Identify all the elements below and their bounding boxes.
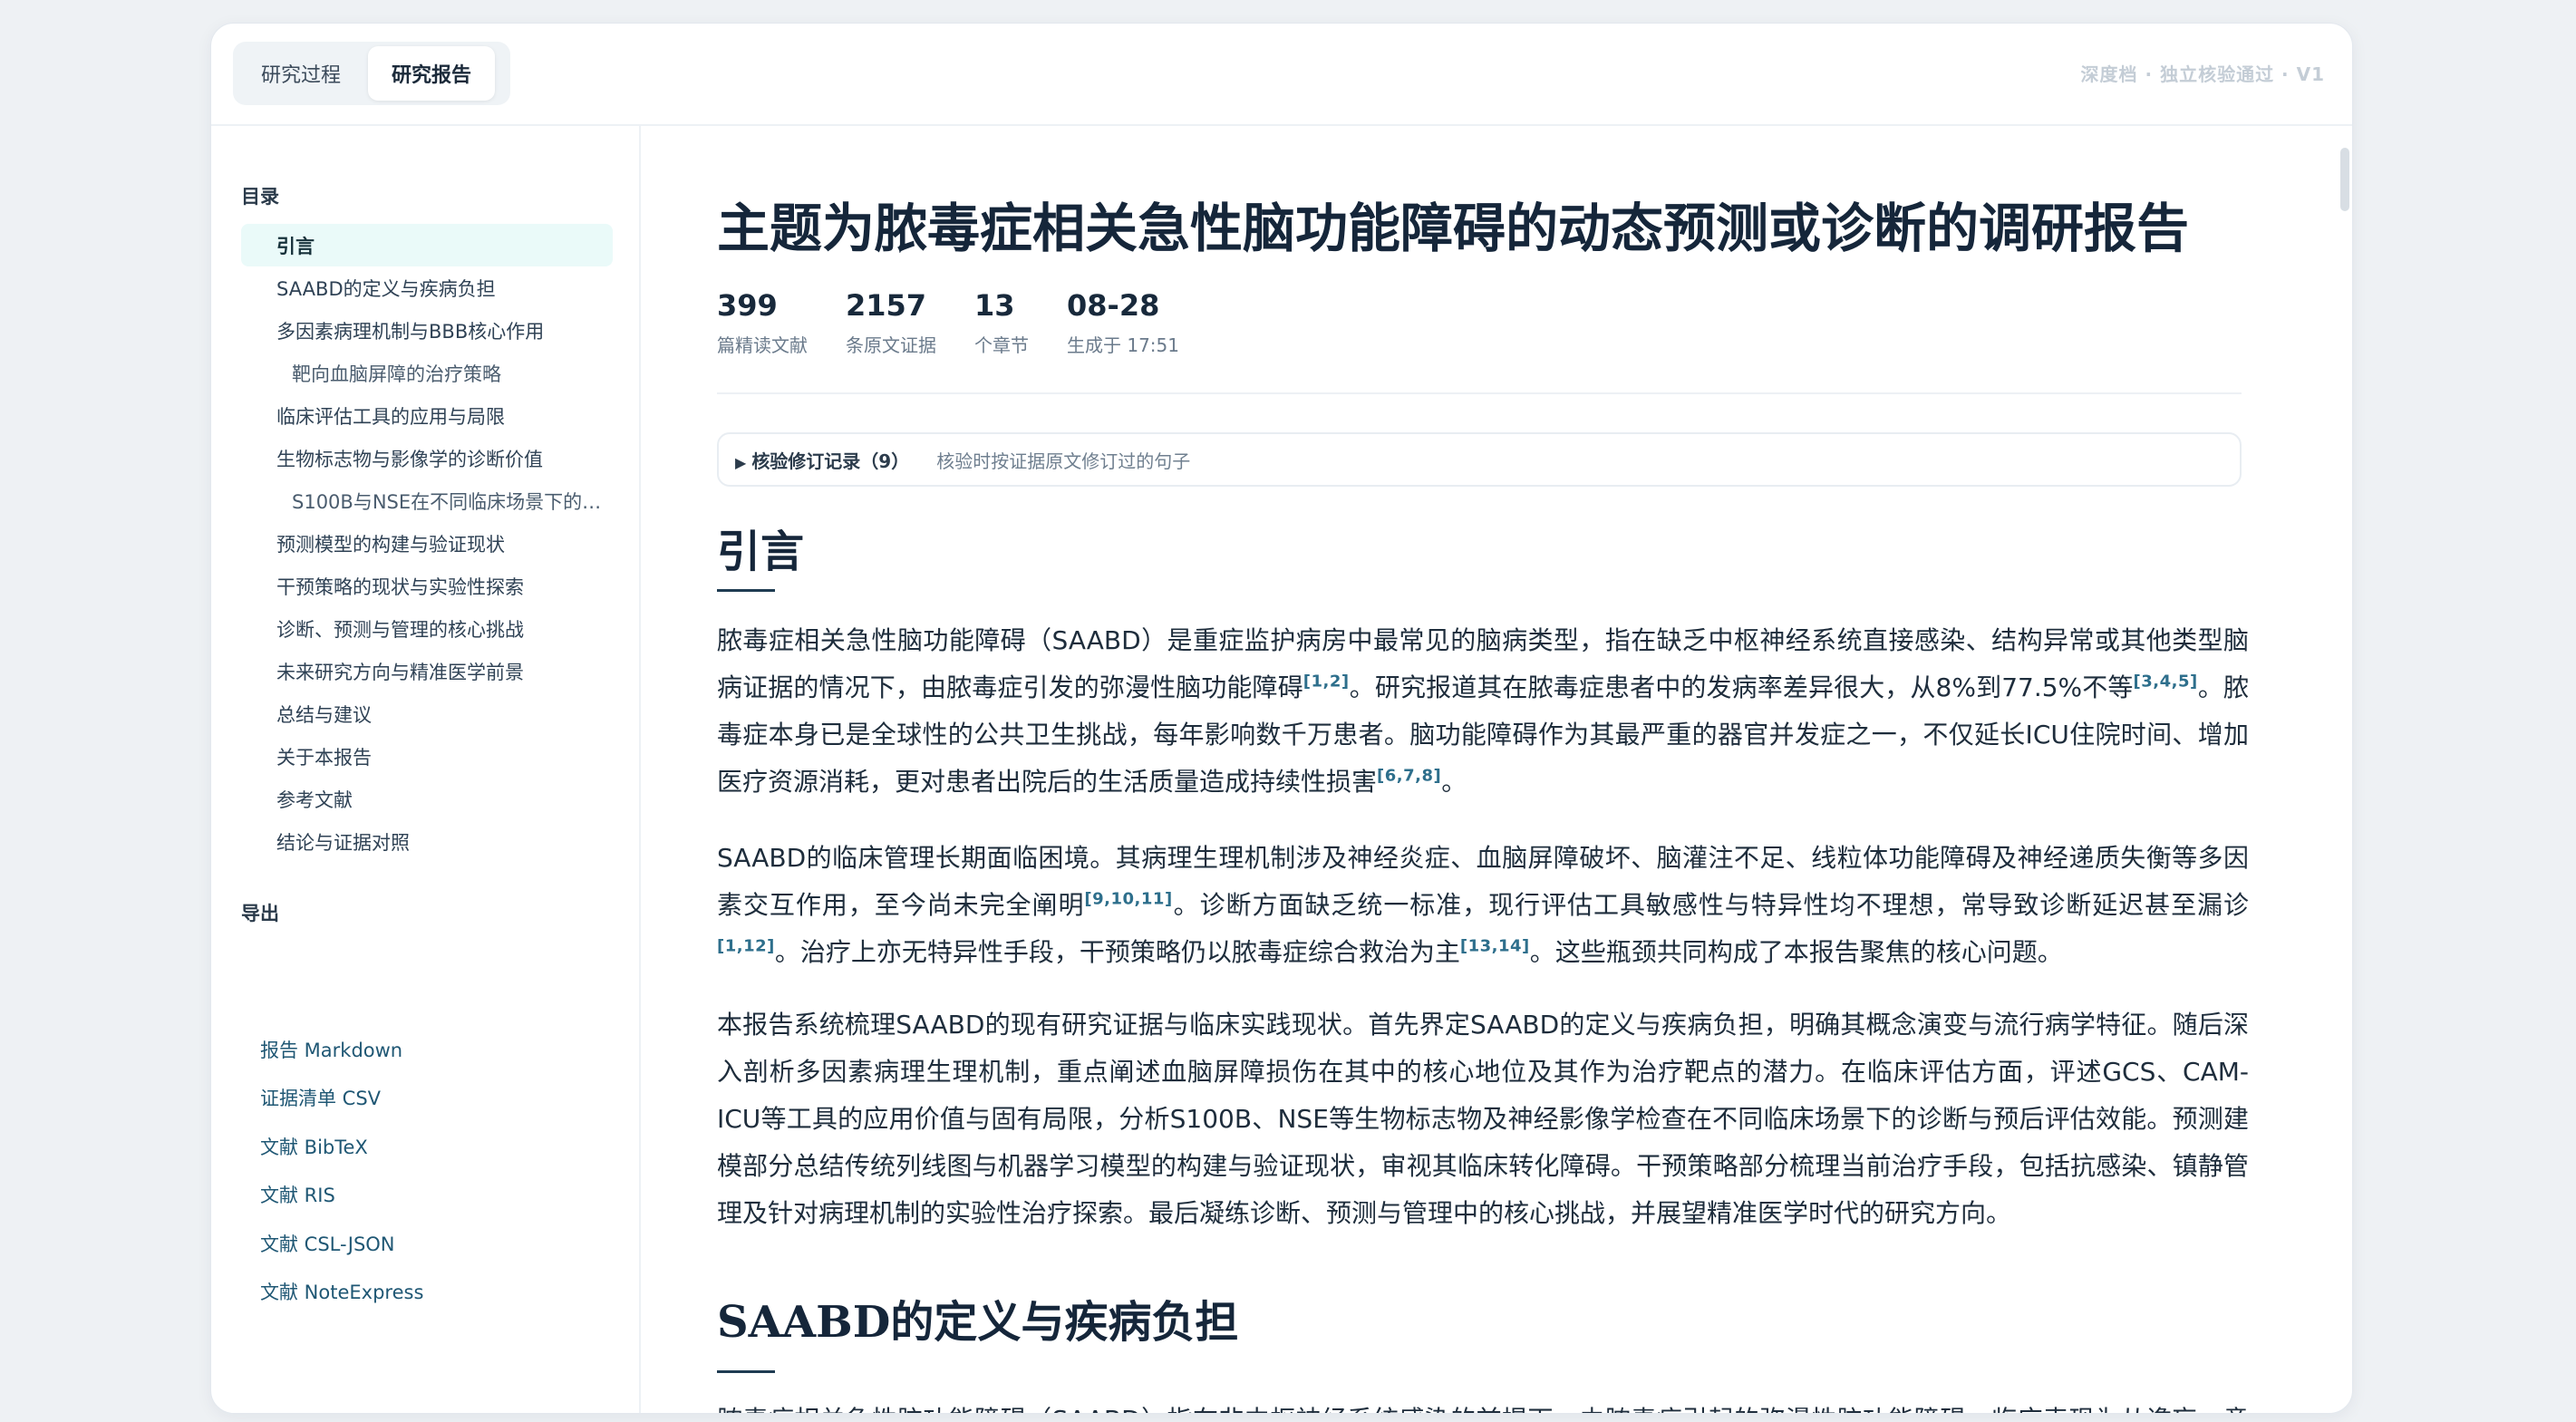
tab-research-process[interactable]: 研究过程 [237,46,364,101]
definition-paragraph-1: 脓毒症相关急性脑功能障碍（SAABD）指在非中枢神经系统感染的前提下，由脓毒症引… [717,1397,2249,1413]
paragraph-text: 。诊断方面缺乏统一标准，现行评估工具敏感性与特异性均不理想，常导致诊断延迟甚至漏… [1172,890,2249,920]
stat-label: 篇精读文献 [717,334,808,356]
toc-item[interactable]: 预测模型的构建与验证现状 [241,522,613,565]
export-link[interactable]: 证据清单 CSV [241,1074,613,1123]
revision-log[interactable]: ▶ 核验修订记录（9） 核验时按证据原文修订过的句子 [717,432,2242,487]
citation-link[interactable]: [1,2] [1303,672,1350,692]
report-stats: 399 篇精读文献 2157 条原文证据 13 个章节 08-28 生成于 17:51 [717,285,1217,357]
toc-item[interactable]: 干预策略的现状与实验性探索 [241,565,613,607]
stat-value: 08-28 [1067,288,1160,323]
paragraph-text: 本报告系统梳理SAABD的现有研究证据与临床实践现状。首先界定SAABD的定义与… [717,1010,2249,1228]
view-tabs: 研究过程 研究报告 [233,42,510,105]
stat-item: 2157 条原文证据 [846,285,936,357]
stat-value: 13 [974,288,1015,323]
revision-toggle-label: 核验修订记录（9） [751,450,910,472]
revision-toggle[interactable]: ▶ 核验修订记录（9） [735,447,909,473]
caret-right-icon: ▶ [735,453,747,471]
scrollbar[interactable] [2336,126,2352,1413]
export-list: 报告 Markdown 证据清单 CSV 文献 BibTeX 文献 RIS 文献 CSL… [241,1025,613,1316]
paragraph-text: 。这些瓶颈共同构成了本报告聚焦的核心问题。 [1529,937,2063,967]
toc-item[interactable]: 结论与证据对照 [241,820,613,863]
stat-value: 399 [717,288,778,323]
paragraph-text: 。治疗上亦无特异性手段，干预策略仍以脓毒症综合救治为主 [774,937,1460,967]
export-link[interactable]: 文献 BibTeX [241,1122,613,1171]
toc-item[interactable]: 关于本报告 [241,735,613,778]
revision-description: 核验时按证据原文修订过的句子 [936,450,1191,472]
toc-item[interactable]: 多因素病理机制与BBB核心作用 [241,309,613,352]
paragraph-text: 。研究报道其在脓毒症患者中的发病率差异很大，从8%到77.5%不等 [1349,672,2134,702]
section-rule [717,1370,775,1373]
section-heading-intro: 引言 [717,527,805,577]
citation-link[interactable]: [3,4,5] [2134,672,2198,692]
paragraph-text: 脓毒症相关急性脑功能障碍（SAABD）指在非中枢神经系统感染的前提下，由脓毒症引… [717,1405,2249,1413]
stat-value: 2157 [846,288,927,323]
citation-link[interactable]: [6,7,8] [1377,767,1441,786]
intro-paragraph-3: 本报告系统梳理SAABD的现有研究证据与临床实践现状。首先界定SAABD的定义与… [717,1001,2249,1237]
stat-item: 13 个章节 [974,285,1029,357]
toc-item[interactable]: 临床评估工具的应用与局限 [241,394,613,437]
status-badge: 深度档 · 独立核验通过 · V1 [2080,63,2325,85]
citation-link[interactable]: [1,12] [717,937,775,956]
toc-item[interactable]: 诊断、预测与管理的核心挑战 [241,607,613,650]
scrollbar-thumb[interactable] [2340,148,2349,211]
report-content: 主题为脓毒症相关急性脑功能障碍的动态预测或诊断的调研报告 399 篇精读文献 215… [717,126,2249,1413]
intro-paragraph-1: 脓毒症相关急性脑功能障碍（SAABD）是重症监护病房中最常见的脑病类型，指在缺乏… [717,617,2249,806]
page-title: 主题为脓毒症相关急性脑功能障碍的动态预测或诊断的调研报告 [717,198,2190,259]
export-link[interactable]: 文献 RIS [241,1171,613,1220]
tab-research-report[interactable]: 研究报告 [368,46,496,101]
toc-item[interactable]: S100B与NSE在不同临床场景下的… [241,479,613,522]
citation-link[interactable]: [13,14] [1460,937,1530,956]
stat-label: 生成于 17:51 [1067,334,1179,356]
top-bar: 研究过程 研究报告 深度档 · 独立核验通过 · V1 [211,24,2352,125]
toc-item[interactable]: 未来研究方向与精准医学前景 [241,650,613,692]
stat-item: 08-28 生成于 17:51 [1067,285,1179,357]
export-heading: 导出 [241,903,279,924]
section-heading-definition: SAABD的定义与疾病负担 [717,1297,1239,1348]
export-link[interactable]: 报告 Markdown [241,1025,613,1074]
toc-item[interactable]: SAABD的定义与疾病负担 [241,266,613,309]
toc-item[interactable]: 靶向血脑屏障的治疗策略 [241,352,613,394]
section-rule [717,589,775,592]
intro-paragraph-2: SAABD的临床管理长期面临困境。其病理生理机制涉及神经炎症、血脑屏障破坏、脑灌… [717,835,2249,976]
paragraph-text: 。 [1441,767,1467,797]
toc-item[interactable]: 参考文献 [241,778,613,820]
toc-item[interactable]: 引言 [241,224,613,266]
stat-label: 个章节 [974,334,1029,356]
export-link[interactable]: 文献 CSL-JSON [241,1219,613,1268]
table-of-contents: 引言 SAABD的定义与疾病负担 多因素病理机制与BBB核心作用 靶向血脑屏障的治疗策… [241,224,613,863]
report-window: 研究过程 研究报告 深度档 · 独立核验通过 · V1 目录 引言 SAABD的定… [210,23,2353,1414]
toc-item[interactable]: 总结与建议 [241,692,613,735]
stat-label: 条原文证据 [846,334,936,356]
stat-item: 399 篇精读文献 [717,285,808,357]
toc-item[interactable]: 生物标志物与影像学的诊断价值 [241,437,613,479]
toc-heading: 目录 [241,186,279,208]
stats-divider [717,392,2242,394]
citation-link[interactable]: [9,10,11] [1084,890,1172,909]
sidebar: 目录 引言 SAABD的定义与疾病负担 多因素病理机制与BBB核心作用 靶向血脑屏障的… [211,126,641,1413]
export-link[interactable]: 文献 NoteExpress [241,1268,613,1317]
